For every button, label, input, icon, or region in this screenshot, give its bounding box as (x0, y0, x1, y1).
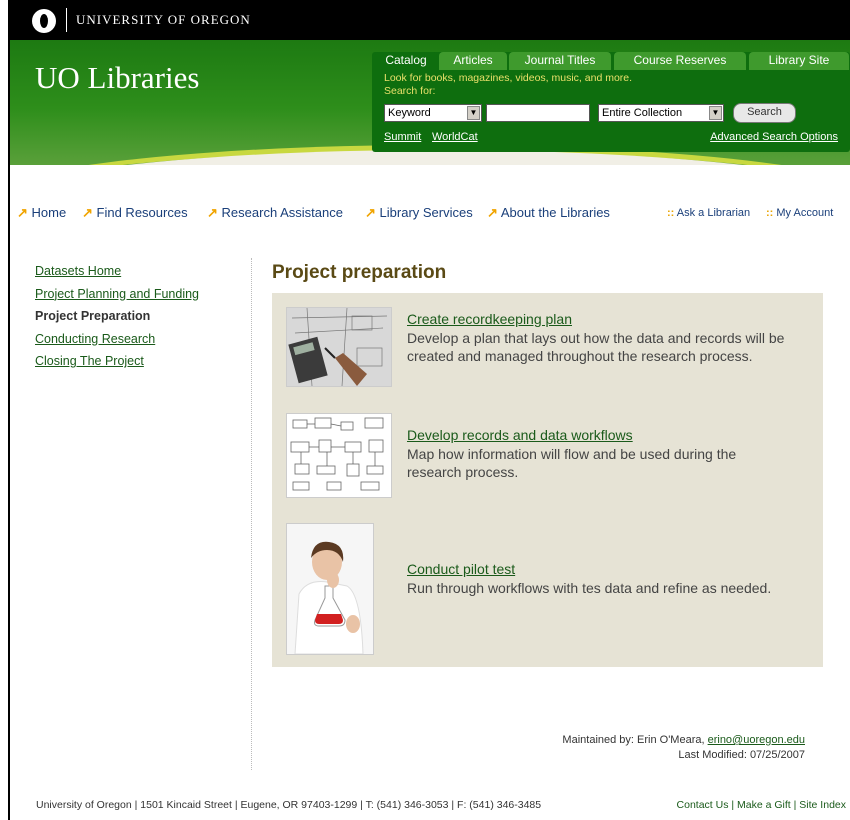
search-hint: Look for books, magazines, videos, music… (384, 72, 633, 84)
site-banner: UO Libraries Catalog Articles Journal Ti… (10, 40, 850, 165)
search-type-value: Keyword (388, 107, 431, 119)
nav-home[interactable]: ↗ Home (17, 205, 66, 221)
arrow-icon: ↗ (82, 205, 93, 220)
tab-course-reserves[interactable]: Course Reserves (614, 52, 746, 70)
sidebar-divider (251, 258, 252, 770)
last-modified: Last Modified: 07/25/2007 (678, 749, 805, 761)
search-panel: Catalog Articles Journal Titles Course R… (372, 52, 850, 152)
maintained-by: Maintained by: Erin O'Meara, (562, 734, 705, 746)
content-box: Create recordkeeping plan Develop a plan… (272, 293, 823, 667)
arrow-icon: ↗ (365, 205, 376, 220)
main-nav: ↗ Home ↗ Find Resources ↗ Research Assis… (10, 205, 850, 222)
maintainer-info: Maintained by: Erin O'Meara, erino@uoreg… (562, 734, 805, 746)
sidebar-item-planning-funding[interactable]: Project Planning and Funding (35, 287, 245, 310)
maintainer-email-link[interactable]: erino@uoregon.edu (708, 734, 805, 746)
worldcat-link[interactable]: WorldCat (432, 131, 478, 143)
search-for-label: Search for: (384, 85, 436, 97)
item-title-recordkeeping[interactable]: Create recordkeeping plan (407, 311, 572, 327)
footer-address: University of Oregon | 1501 Kincaid Stre… (36, 799, 542, 811)
summit-link[interactable]: Summit (384, 131, 421, 143)
sidebar-item-project-preparation: Project Preparation (35, 309, 151, 323)
blueprint-calculator-image[interactable] (286, 307, 392, 387)
scientist-flask-image[interactable] (286, 523, 374, 655)
nav-about-label: About the Libraries (500, 205, 610, 220)
ask-librarian-label: Ask a Librarian (676, 207, 751, 219)
divider (66, 8, 67, 32)
tab-library-site[interactable]: Library Site (749, 52, 849, 70)
uo-logo-icon[interactable] (32, 9, 56, 33)
nav-home-label: Home (31, 205, 67, 220)
contact-us-link[interactable]: Contact Us (677, 799, 729, 811)
separator: | (731, 799, 735, 811)
item-desc-workflows: Map how information will flow and be use… (407, 446, 737, 480)
university-bar: UNIVERSITY OF OREGON (10, 0, 850, 40)
search-button[interactable]: Search (733, 103, 796, 123)
nav-about[interactable]: ↗ About the Libraries (487, 205, 610, 221)
sidebar-item-datasets-home[interactable]: Datasets Home (35, 264, 245, 287)
item-title-pilot-test[interactable]: Conduct pilot test (407, 561, 515, 577)
arrow-icon: ↗ (487, 205, 498, 220)
my-account-label: My Account (776, 207, 834, 219)
sidebar: Datasets Home Project Planning and Fundi… (35, 264, 245, 377)
item-desc-pilot-test: Run through workflows with tes data and … (407, 580, 772, 596)
search-scope-value: Entire Collection (602, 107, 683, 119)
item-desc-recordkeeping: Develop a plan that lays out how the dat… (407, 330, 785, 364)
nav-find-resources-label: Find Resources (96, 205, 188, 220)
sidebar-item-closing-project[interactable]: Closing The Project (35, 354, 245, 377)
workflow-diagram-image[interactable] (286, 413, 392, 498)
arrow-icon: ↗ (207, 205, 218, 220)
arrow-icon: ↗ (17, 205, 28, 220)
separator: :: (766, 207, 774, 219)
make-a-gift-link[interactable]: Make a Gift (737, 799, 791, 811)
separator: | (793, 799, 797, 811)
nav-library-services[interactable]: ↗ Library Services (365, 205, 473, 221)
dropdown-arrow-icon: ▼ (467, 106, 480, 120)
nav-library-services-label: Library Services (379, 205, 473, 220)
nav-research-assistance[interactable]: ↗ Research Assistance (207, 205, 343, 221)
nav-find-resources[interactable]: ↗ Find Resources (82, 205, 188, 221)
ask-librarian-link[interactable]: :: Ask a Librarian (667, 207, 750, 219)
site-title[interactable]: UO Libraries (35, 60, 199, 96)
my-account-link[interactable]: :: My Account (766, 207, 833, 219)
search-scope-select[interactable]: Entire Collection ▼ (598, 104, 724, 122)
separator: :: (667, 207, 675, 219)
tab-journal-titles[interactable]: Journal Titles (509, 52, 611, 70)
tab-articles[interactable]: Articles (439, 52, 507, 70)
nav-research-assistance-label: Research Assistance (221, 205, 343, 220)
site-index-link[interactable]: Site Index (799, 799, 846, 811)
advanced-search-link[interactable]: Advanced Search Options (710, 131, 838, 143)
dropdown-arrow-icon: ▼ (709, 106, 722, 120)
page-title: Project preparation (272, 262, 447, 283)
footer-links: Contact Us | Make a Gift | Site Index (677, 799, 846, 811)
tab-catalog[interactable]: Catalog (375, 52, 437, 70)
search-input[interactable] (486, 104, 590, 122)
item-title-workflows[interactable]: Develop records and data workflows (407, 427, 633, 443)
search-type-select[interactable]: Keyword ▼ (384, 104, 482, 122)
sidebar-item-conducting-research[interactable]: Conducting Research (35, 332, 245, 355)
university-name[interactable]: UNIVERSITY OF OREGON (76, 12, 251, 28)
page-frame: UNIVERSITY OF OREGON UO Libraries Catalo… (8, 0, 850, 820)
